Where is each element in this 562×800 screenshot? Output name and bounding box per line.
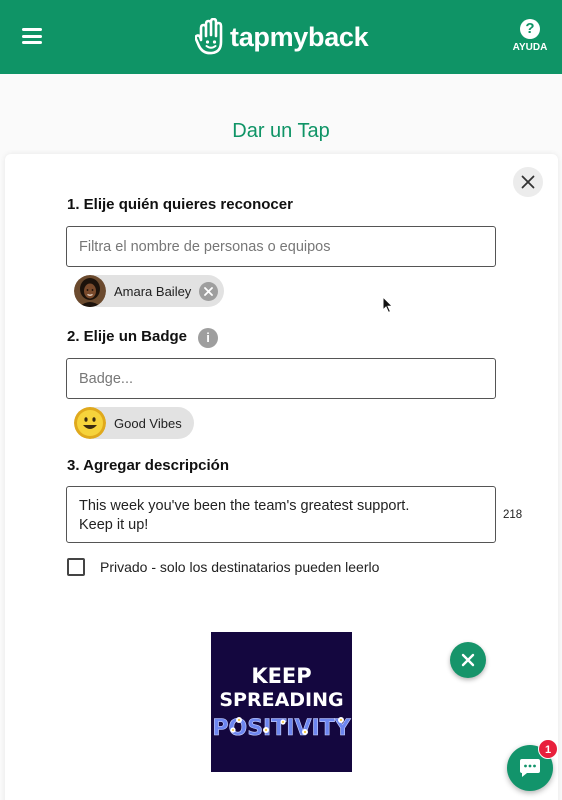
private-checkbox-label[interactable]: Privado - solo los destinatarios pueden … <box>100 559 379 575</box>
remove-recipient-button[interactable] <box>199 281 219 301</box>
gif-text-line2: SPREADING <box>219 689 343 711</box>
help-label: AYUDA <box>512 42 548 53</box>
close-icon <box>204 286 214 296</box>
description-textarea[interactable]: This week you've been the team's greates… <box>66 486 496 543</box>
question-circle-icon: ? <box>520 19 540 39</box>
hand-logo-icon <box>195 18 223 55</box>
badge-search-input[interactable] <box>66 358 496 399</box>
private-checkbox[interactable] <box>67 558 85 576</box>
menu-icon[interactable] <box>22 28 42 44</box>
chat-notification-badge: 1 <box>538 739 558 759</box>
recipient-name: Amara Bailey <box>114 283 192 299</box>
top-navigation-bar: tapmyback ? AYUDA <box>0 0 562 74</box>
page-title: Dar un Tap <box>232 120 330 142</box>
avatar <box>74 275 106 307</box>
description-line: This week you've been the team's greates… <box>79 498 410 514</box>
close-icon <box>521 175 535 189</box>
close-icon <box>461 653 475 667</box>
info-icon[interactable]: i <box>198 328 218 348</box>
badge-chip: Good Vibes <box>74 407 194 439</box>
character-counter: 218 <box>503 509 523 521</box>
help-button[interactable]: ? AYUDA <box>512 19 548 53</box>
mouse-cursor-icon <box>382 296 394 314</box>
gif-attachment: KEEP SPREADING POSITIVITY <box>211 632 352 772</box>
step3-label: 3. Agregar descripción <box>67 457 229 474</box>
badge-name: Good Vibes <box>114 415 182 431</box>
gif-text-line1: KEEP <box>251 664 311 688</box>
close-form-button[interactable] <box>513 167 543 197</box>
smiley-badge-icon <box>74 407 106 439</box>
step2-label: 2. Elije un Badge <box>67 328 188 345</box>
app-name: tapmyback <box>230 21 369 52</box>
gif-artwork: KEEP SPREADING POSITIVITY <box>211 632 352 772</box>
recipient-chip: Amara Bailey <box>74 275 224 307</box>
step1-label: 1. Elije quién quieres reconocer <box>67 196 293 213</box>
chat-icon <box>520 759 540 777</box>
recipient-search-input[interactable] <box>66 226 496 267</box>
description-line: Keep it up! <box>79 517 149 533</box>
remove-gif-button[interactable] <box>450 642 486 678</box>
app-logo[interactable]: tapmyback <box>195 16 369 58</box>
